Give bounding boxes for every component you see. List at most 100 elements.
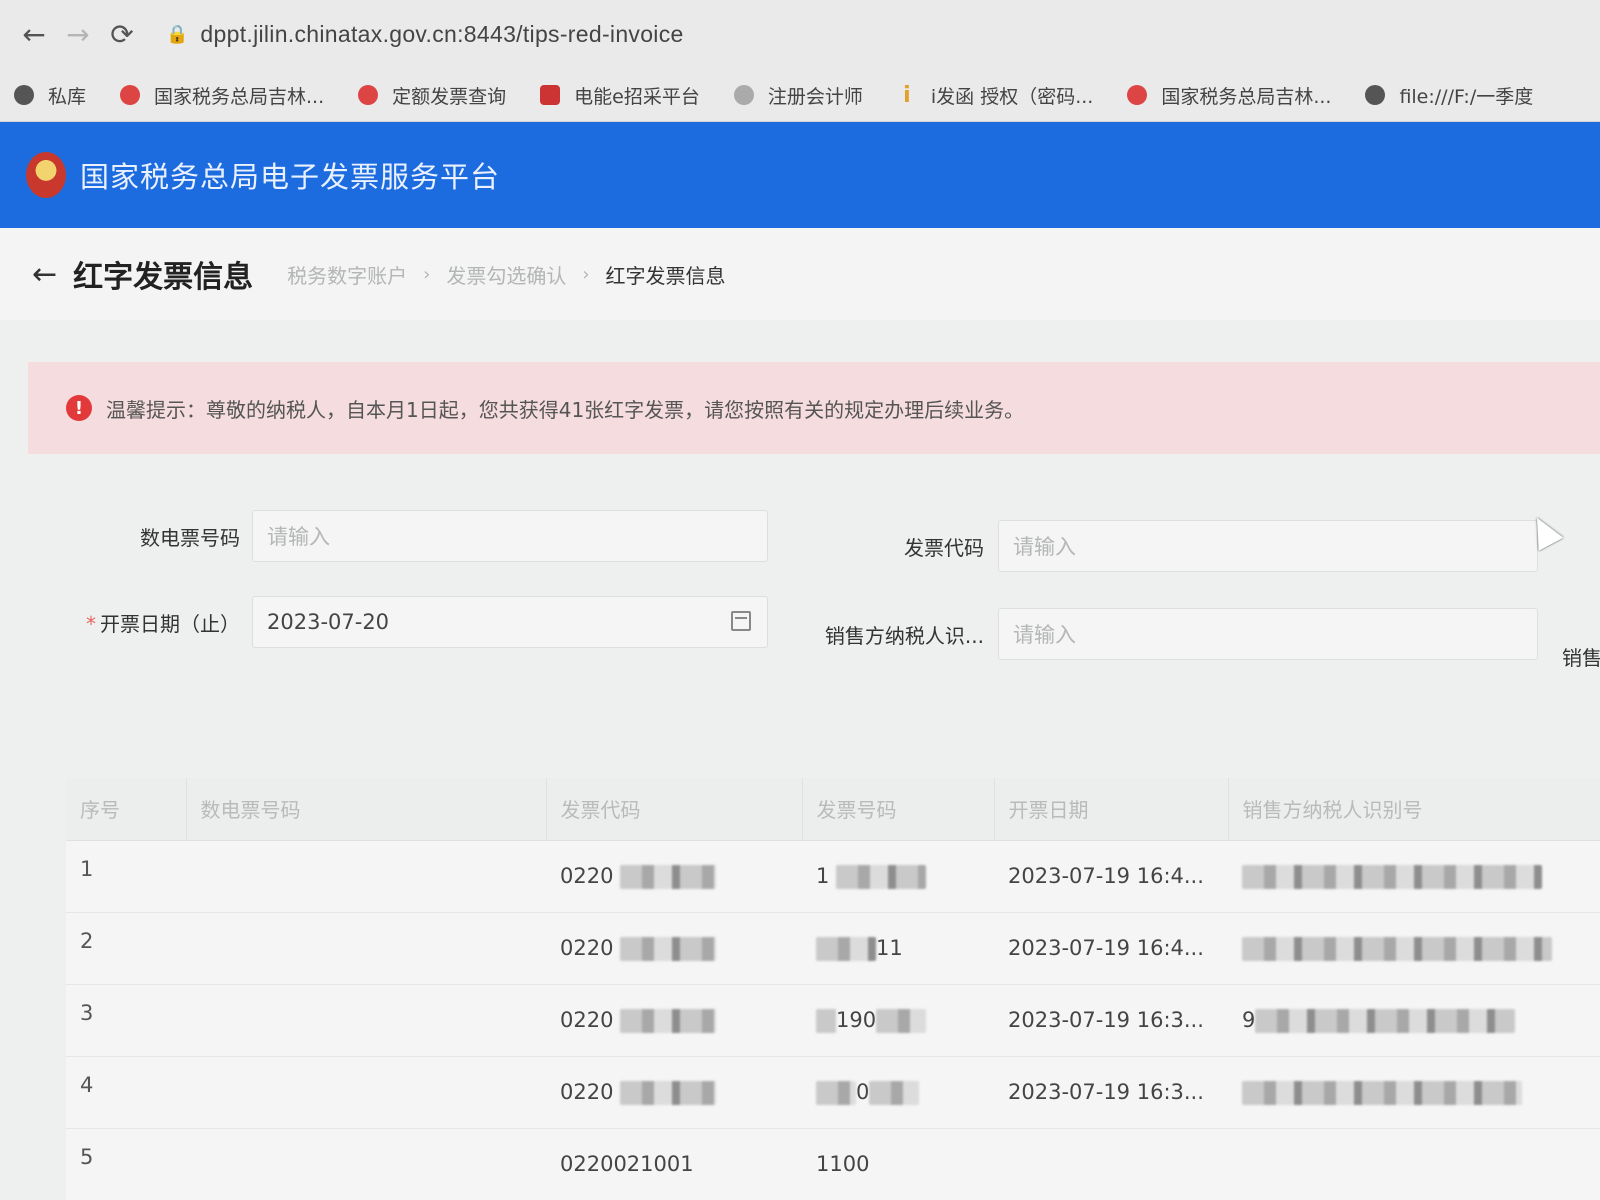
- col-header-issue-date: 开票日期: [994, 778, 1229, 841]
- cell-seq: 1: [66, 840, 186, 913]
- col-header-seller-tax-id: 销售方纳税人识别号: [1228, 778, 1600, 841]
- page-header: ← 红字发票信息 税务数字账户 › 发票勾选确认 › 红字发票信息: [0, 228, 1600, 320]
- redacted-block: [876, 1008, 927, 1033]
- date-value: 2023-07-20: [267, 610, 390, 634]
- cell-text: 0220: [560, 935, 614, 960]
- bookmark-label: 注册会计师: [767, 85, 863, 108]
- placeholder-text: 请输入: [1013, 623, 1076, 647]
- digital-invoice-no-label: 数电票号码: [140, 526, 240, 550]
- cell-invoice-number: 1: [802, 840, 994, 913]
- cell-text: 11: [876, 935, 903, 960]
- cell-seq: 5: [66, 1128, 186, 1200]
- cell-seller-tax-id: [1228, 1056, 1600, 1129]
- col-header-seq: 序号: [66, 778, 187, 841]
- bookmark-item[interactable]: 定额发票查询: [358, 82, 506, 109]
- redacted-block: [620, 864, 717, 889]
- table-row[interactable]: 2 0220 11 2023-07-19 16:4...: [66, 912, 1600, 985]
- address-bar-row: ← → ⟳ 🔒 dppt.jilin.chinatax.gov.cn:8443/…: [0, 0, 1600, 68]
- redacted-block: [620, 936, 717, 961]
- seller-name-label: 销售: [1562, 646, 1600, 670]
- redacted-block: [816, 1080, 856, 1105]
- back-arrow-icon[interactable]: ←: [12, 12, 56, 56]
- cell-text: 190: [836, 1007, 877, 1032]
- invoice-table: 序号 数电票号码 发票代码 发票号码 开票日期 销售方纳税人识别号 1 0220…: [66, 778, 1600, 1200]
- bookmark-label: 电能e招采平台: [574, 85, 700, 108]
- table-row[interactable]: 5 0220021001 1100: [66, 1128, 1600, 1200]
- calendar-icon[interactable]: [731, 611, 751, 631]
- issue-date-end-picker[interactable]: 2023-07-20: [252, 596, 768, 648]
- globe-icon: [1365, 85, 1386, 105]
- globe-icon: [14, 85, 34, 105]
- tax-emblem-icon: [1127, 85, 1148, 105]
- bookmark-item[interactable]: 国家税务总局吉林...: [120, 82, 324, 109]
- bookmark-item[interactable]: 注册会计师: [733, 82, 863, 109]
- breadcrumb-item[interactable]: 税务数字账户: [287, 260, 407, 289]
- redacted-block: [620, 1008, 717, 1033]
- table-row[interactable]: 4 0220 0 2023-07-19 16:3...: [66, 1056, 1600, 1129]
- redacted-block: [816, 1008, 836, 1033]
- bookmark-item[interactable]: i i发函 授权（密码...: [897, 82, 1093, 109]
- cell-text: 1: [816, 863, 830, 888]
- cell-digital-no: [186, 840, 546, 913]
- seller-tax-id-input[interactable]: 请输入: [998, 608, 1538, 660]
- cell-issue-date: [994, 1128, 1228, 1200]
- cell-seller-tax-id: 9: [1228, 984, 1600, 1057]
- col-header-invoice-code: 发票代码: [546, 778, 803, 841]
- filter-form: 数电票号码 请输入 发票代码 请输入 * 开票日期（止） 2023-07-20 销…: [0, 480, 1600, 700]
- bookmark-item[interactable]: file:///F:/一季度: [1365, 82, 1533, 109]
- cell-digital-no: [186, 984, 546, 1057]
- col-header-digital-no: 数电票号码: [186, 778, 547, 841]
- cell-seller-tax-id: [1228, 1128, 1600, 1200]
- cell-seq: 4: [66, 1056, 186, 1129]
- breadcrumb-current: 红字发票信息: [605, 263, 726, 288]
- reload-icon[interactable]: ⟳: [100, 12, 144, 56]
- lock-icon: 🔒: [166, 23, 189, 45]
- issue-date-end-label-text: 开票日期（止）: [100, 612, 240, 636]
- cell-seller-tax-id: [1228, 840, 1600, 913]
- bookmark-label: 国家税务总局吉林...: [154, 85, 325, 108]
- back-icon[interactable]: ←: [32, 257, 57, 292]
- cell-invoice-code: 0220: [546, 912, 802, 985]
- cell-digital-no: [186, 1128, 546, 1200]
- bookmark-label: 私库: [48, 85, 87, 108]
- notice-alert: ! 温馨提示：尊敬的纳税人，自本月1日起，您共获得41张红字发票，请您按照有关的…: [28, 362, 1600, 454]
- bookmark-label: file:///F:/一季度: [1399, 85, 1534, 108]
- cell-digital-no: [186, 912, 546, 985]
- bookmark-item[interactable]: 电能e招采平台: [540, 82, 700, 109]
- cell-invoice-number: 0: [802, 1056, 994, 1129]
- redacted-block: [1242, 1080, 1522, 1105]
- red-invoice-table: 序号 数电票号码 发票代码 发票号码 开票日期 销售方纳税人识别号 1 0220…: [66, 778, 1600, 1200]
- cell-invoice-number: 1100: [802, 1128, 994, 1200]
- bookmarks-bar: 私库 国家税务总局吉林... 定额发票查询 电能e招采平台 注册会计师 i i发函…: [0, 68, 1600, 122]
- cell-invoice-code: 0220: [546, 1056, 802, 1129]
- invoice-code-input[interactable]: 请输入: [998, 520, 1538, 572]
- cell-issue-date: 2023-07-19 16:3...: [994, 1056, 1228, 1129]
- table-row[interactable]: 3 0220 190 2023-07-19 16:3... 9: [66, 984, 1600, 1057]
- alert-text: 温馨提示：尊敬的纳税人，自本月1日起，您共获得41张红字发票，请您按照有关的规定…: [106, 397, 1025, 422]
- table-row[interactable]: 1 0220 1 2023-07-19 16:4...: [66, 840, 1600, 913]
- cell-invoice-code: 0220: [546, 984, 802, 1057]
- digital-invoice-no-input[interactable]: 请输入: [252, 510, 768, 562]
- table-header-row: 序号 数电票号码 发票代码 发票号码 开票日期 销售方纳税人识别号: [66, 778, 1600, 841]
- forward-arrow-icon[interactable]: →: [56, 12, 100, 56]
- browser-chrome: ← → ⟳ 🔒 dppt.jilin.chinatax.gov.cn:8443/…: [0, 0, 1600, 122]
- redacted-block: [1242, 936, 1552, 961]
- required-marker: *: [86, 612, 96, 636]
- site-title: 国家税务总局电子发票服务平台: [80, 160, 501, 194]
- cell-text: 0220: [560, 1079, 614, 1104]
- redacted-block: [816, 936, 876, 961]
- cpa-icon: [733, 85, 754, 105]
- placeholder-text: 请输入: [1013, 535, 1076, 559]
- redacted-block: [620, 1080, 717, 1105]
- bookmark-item[interactable]: 私库: [14, 82, 86, 109]
- tax-emblem-icon: [358, 85, 379, 105]
- url-text[interactable]: dppt.jilin.chinatax.gov.cn:8443/tips-red…: [200, 21, 683, 48]
- cell-invoice-number: 11: [802, 912, 994, 985]
- cell-text: 9: [1242, 1007, 1256, 1032]
- seller-tax-id-label: 销售方纳税人识...: [824, 624, 984, 648]
- placeholder-text: 请输入: [267, 525, 330, 549]
- breadcrumb-item[interactable]: 发票勾选确认: [446, 260, 566, 289]
- bookmark-item[interactable]: 国家税务总局吉林...: [1127, 82, 1331, 109]
- cell-invoice-code: 0220021001: [546, 1128, 802, 1200]
- bookmark-label: i发函 授权（密码...: [930, 85, 1094, 108]
